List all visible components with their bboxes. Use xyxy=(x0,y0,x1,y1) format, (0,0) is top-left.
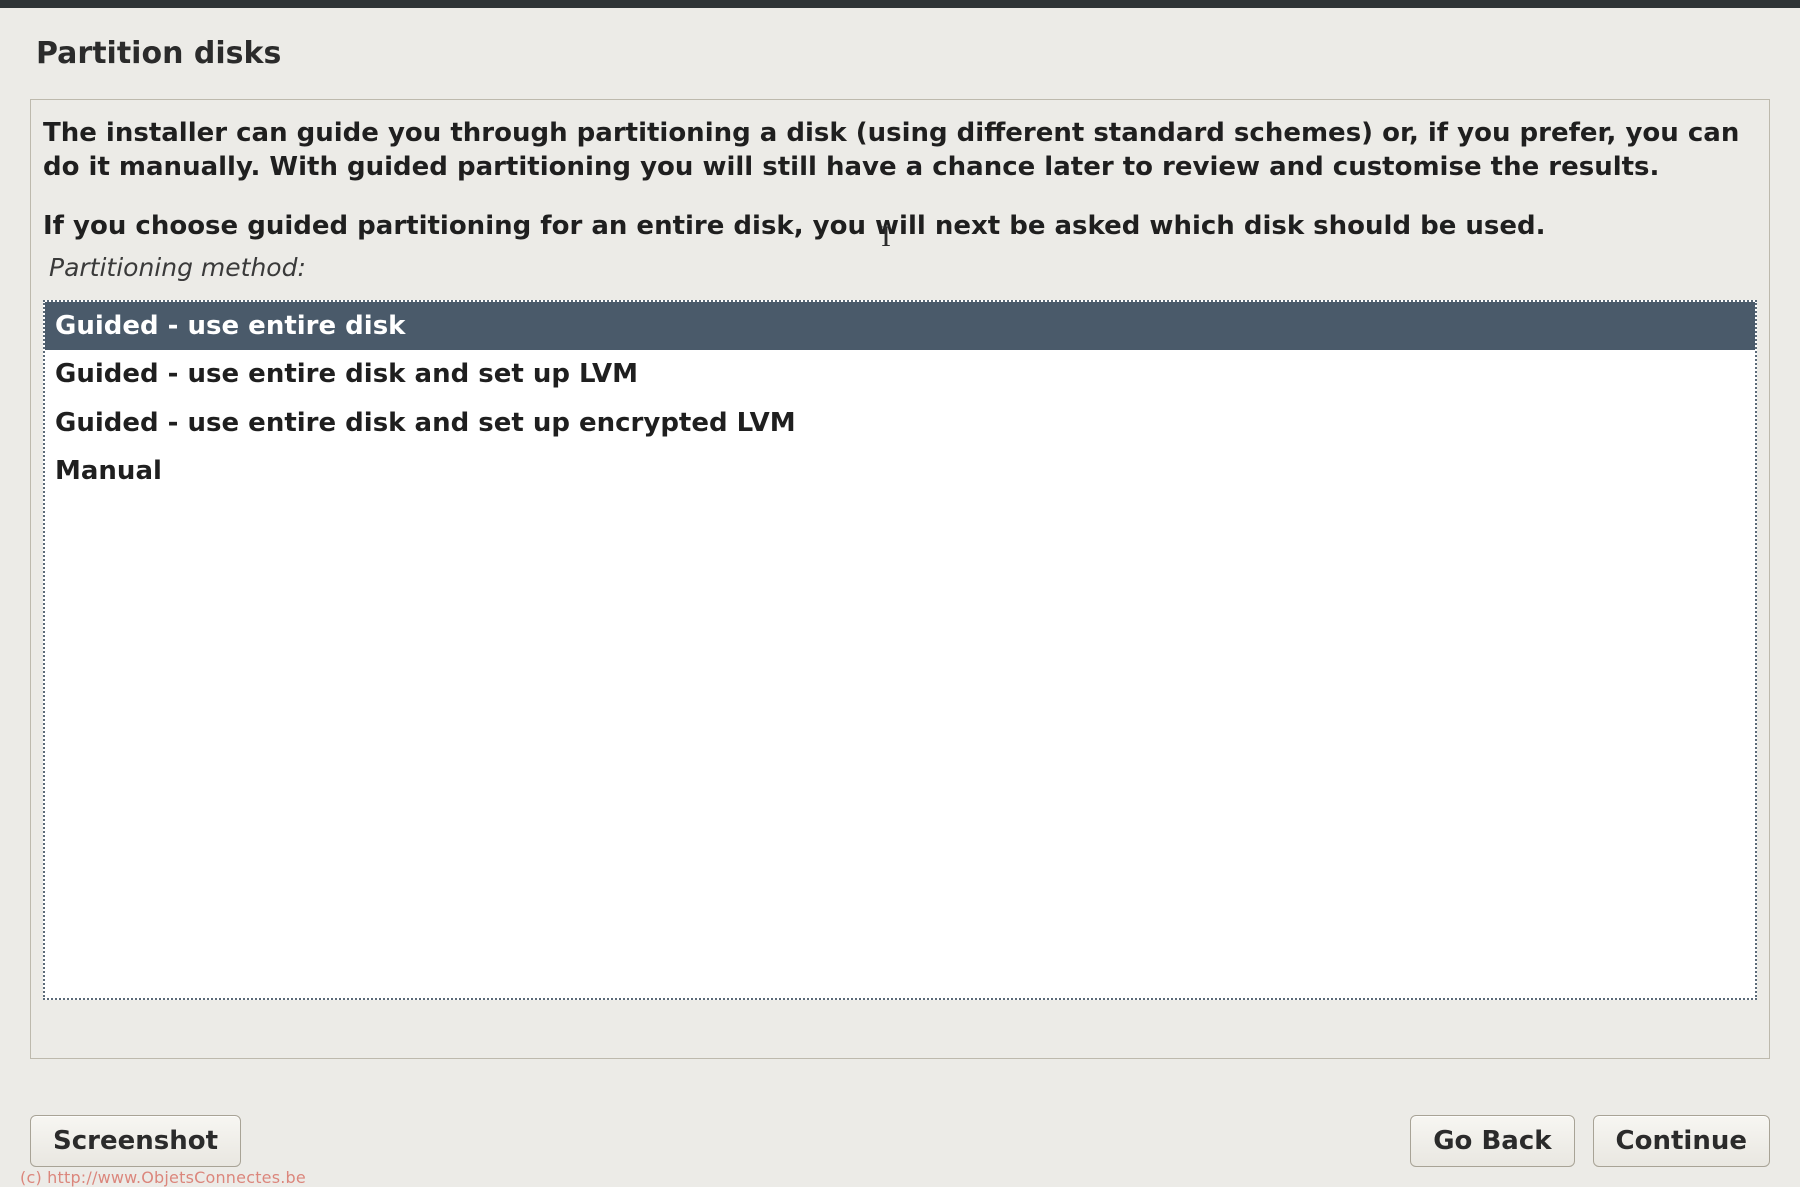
partitioning-method-list[interactable]: Guided - use entire disk Guided - use en… xyxy=(43,300,1757,1000)
option-guided-encrypted-lvm[interactable]: Guided - use entire disk and set up encr… xyxy=(45,399,1755,447)
partitioning-method-label: Partitioning method: xyxy=(49,253,1757,282)
intro-text-1: The installer can guide you through part… xyxy=(43,116,1757,185)
continue-button[interactable]: Continue xyxy=(1593,1115,1770,1167)
page-title: Partition disks xyxy=(36,36,1770,71)
main-panel: The installer can guide you through part… xyxy=(30,99,1770,1059)
watermark-text: (c) http://www.ObjetsConnectes.be xyxy=(20,1168,306,1187)
installer-page: Partition disks The installer can guide … xyxy=(0,8,1800,1187)
option-guided-entire-disk[interactable]: Guided - use entire disk xyxy=(45,302,1755,350)
go-back-button[interactable]: Go Back xyxy=(1410,1115,1574,1167)
window-top-bar xyxy=(0,0,1800,8)
screenshot-button[interactable]: Screenshot xyxy=(30,1115,241,1167)
intro-text-2: If you choose guided partitioning for an… xyxy=(43,209,1757,243)
option-guided-lvm[interactable]: Guided - use entire disk and set up LVM xyxy=(45,350,1755,398)
option-manual[interactable]: Manual xyxy=(45,447,1755,495)
footer-buttons: Screenshot Go Back Continue xyxy=(30,1115,1770,1167)
